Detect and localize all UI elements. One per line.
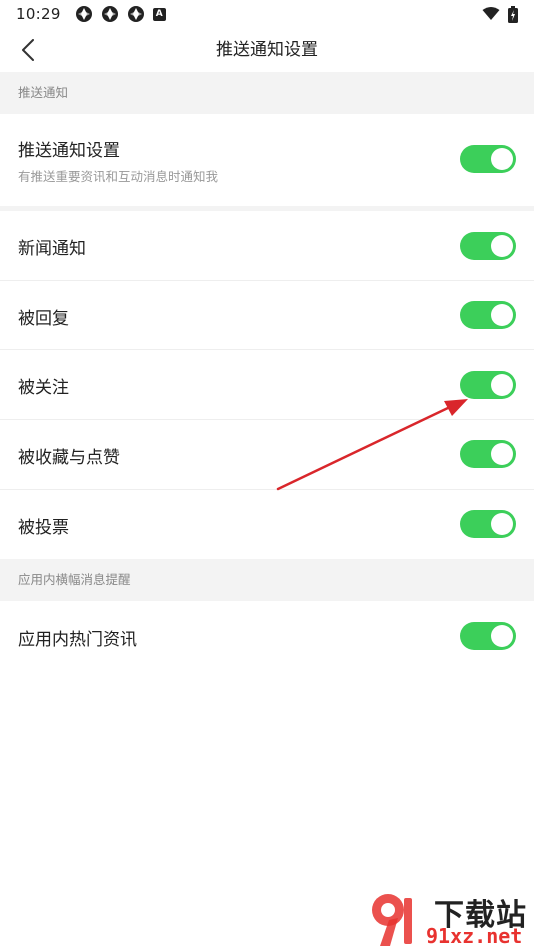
watermark: 下载站 91xz.net xyxy=(364,888,534,950)
section-header-push: 推送通知 xyxy=(0,72,534,114)
push-settings-description: 有推送重要资讯和互动消息时通知我 xyxy=(18,169,219,184)
news-notification-label: 新闻通知 xyxy=(18,239,86,259)
hot-news-row: 应用内热门资讯 xyxy=(0,601,534,671)
section-header-banner: 应用内横幅消息提醒 xyxy=(0,559,534,601)
reply-toggle[interactable] xyxy=(460,301,516,329)
vote-toggle[interactable] xyxy=(460,510,516,538)
status-bar: 10:29 A xyxy=(0,0,534,28)
app-notification-icon xyxy=(75,6,92,22)
follow-label: 被关注 xyxy=(18,378,69,398)
battery-icon xyxy=(508,5,518,23)
app-notification-icon xyxy=(101,6,118,22)
toggle-knob xyxy=(491,374,513,396)
push-settings-toggle[interactable] xyxy=(460,145,516,173)
navigation-bar: 推送通知设置 xyxy=(0,28,534,72)
wifi-icon xyxy=(482,7,500,20)
push-settings-label: 推送通知设置 xyxy=(18,141,120,161)
push-settings-row: 推送通知设置 有推送重要资讯和互动消息时通知我 xyxy=(0,114,534,206)
toggle-knob xyxy=(491,304,513,326)
news-notification-toggle[interactable] xyxy=(460,232,516,260)
app-notification-icon xyxy=(127,6,144,22)
hot-news-label: 应用内热门资讯 xyxy=(18,630,137,650)
page-title: 推送通知设置 xyxy=(216,40,318,60)
toggle-knob xyxy=(491,443,513,465)
toggle-knob xyxy=(491,148,513,170)
toggle-knob xyxy=(491,235,513,257)
a-badge-icon: A xyxy=(152,7,166,21)
favorite-like-toggle[interactable] xyxy=(460,440,516,468)
news-notification-row: 新闻通知 xyxy=(0,211,534,281)
reply-label: 被回复 xyxy=(18,309,69,329)
hot-news-toggle[interactable] xyxy=(460,622,516,650)
chevron-left-icon xyxy=(22,39,34,61)
back-button[interactable] xyxy=(12,34,44,66)
a-badge-letter: A xyxy=(155,8,163,19)
vote-label: 被投票 xyxy=(18,518,69,538)
status-notification-icons: A xyxy=(75,5,166,23)
favorite-like-label: 被收藏与点赞 xyxy=(18,448,120,468)
vote-row: 被投票 xyxy=(0,490,534,559)
watermark-logo-icon xyxy=(372,894,412,946)
status-time: 10:29 xyxy=(16,5,61,23)
watermark-domain: 91xz.net xyxy=(426,924,523,948)
favorite-like-row: 被收藏与点赞 xyxy=(0,420,534,489)
reply-row: 被回复 xyxy=(0,281,534,350)
status-system-icons xyxy=(482,5,518,23)
toggle-knob xyxy=(491,625,513,647)
follow-toggle[interactable] xyxy=(460,371,516,399)
toggle-knob xyxy=(491,513,513,535)
follow-row: 被关注 xyxy=(0,350,534,420)
